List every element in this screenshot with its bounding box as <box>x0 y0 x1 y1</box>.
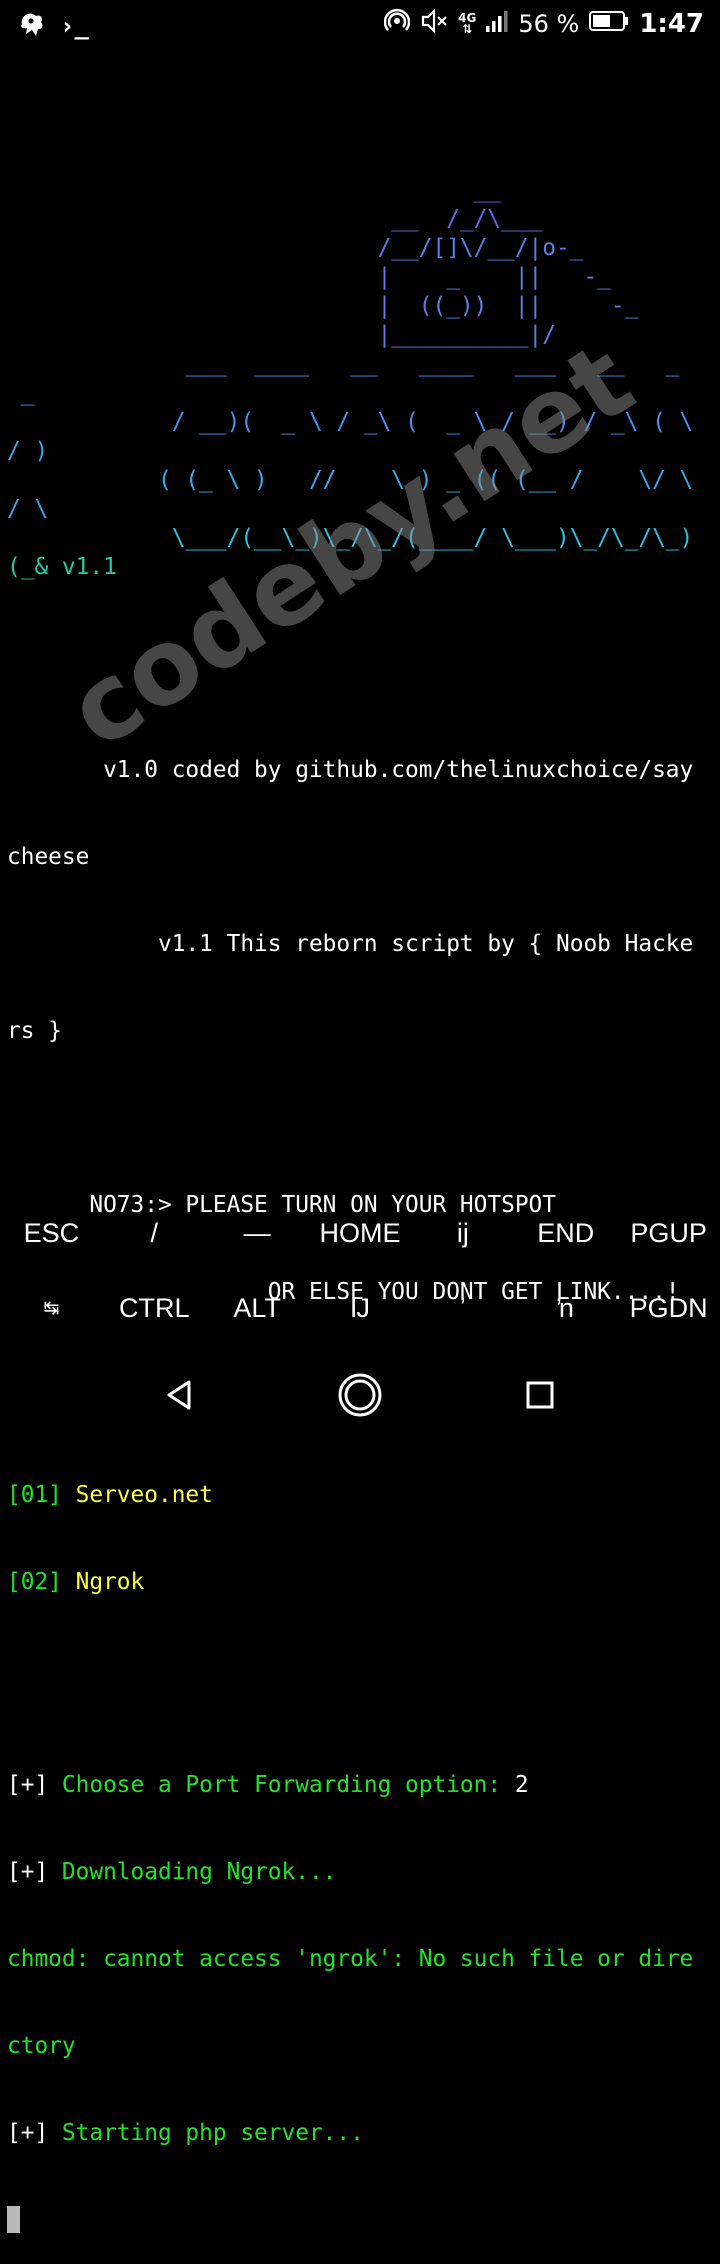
credits-line: rs } <box>7 1018 62 1044</box>
ascii-art-line: / ) <box>7 438 49 464</box>
clock: 1:47 <box>639 9 704 39</box>
extra-keys-bar: ESC / — HOME ĳ END PGUP ↹ CTRL ALT Ĳ ʼ ŉ… <box>0 1196 720 1346</box>
ascii-art-line: __ <box>7 177 502 203</box>
tab-key[interactable]: ↹ <box>0 1271 103 1346</box>
download-line: [+] Downloading Ngrok... <box>7 1858 713 1887</box>
terminal-cursor <box>7 2206 20 2233</box>
signal-icon <box>486 10 508 38</box>
battery-percent: 56 % <box>518 10 580 38</box>
dash-key[interactable]: — <box>206 1196 309 1271</box>
ascii-banner: __ __ /_/\___ /__/[]\/__/|o-_ | _ || -_ … <box>7 176 713 582</box>
credits-line: v1.1 This reborn script by { Noob Hacke <box>7 931 694 957</box>
ij-key[interactable]: ĳ <box>411 1196 514 1271</box>
termux-notification-icon <box>16 10 46 42</box>
ctrl-key[interactable]: CTRL <box>103 1271 206 1346</box>
ij-capital-key[interactable]: Ĳ <box>309 1271 412 1346</box>
menu-option-number: [02] <box>7 1569 62 1595</box>
end-key[interactable]: END <box>514 1196 617 1271</box>
ascii-art-line: | ((_)) || -_ <box>7 293 639 319</box>
ascii-art-line: \___/(__\_)\_/\_/(____/ \___)\_/\_/\_) <box>7 525 694 551</box>
menu-option-ngrok: [02] Ngrok <box>7 1568 713 1597</box>
pgdn-key[interactable]: PGDN <box>617 1271 720 1346</box>
ascii-art-line: / \ <box>7 496 49 522</box>
mute-icon <box>420 8 448 40</box>
recents-square-icon <box>526 1381 554 1409</box>
navigation-bar <box>0 1350 720 1440</box>
status-bar-left: ›_ <box>16 10 89 42</box>
credits-line: v1.0 coded by github.com/thelinuxchoice/… <box>7 757 694 783</box>
menu-option-label: Ngrok <box>61 1569 145 1595</box>
menu-option-label: Serveo.net <box>61 1482 213 1508</box>
esc-key[interactable]: ESC <box>0 1196 103 1271</box>
ascii-art-line: | _ || -_ <box>7 264 611 290</box>
error-line: ctory <box>7 2033 76 2059</box>
ascii-art-line: __ /_/\___ <box>7 206 543 232</box>
extra-keys-row-2: ↹ CTRL ALT Ĳ ʼ ŉ PGDN <box>0 1271 720 1346</box>
back-triangle-icon <box>167 1380 191 1410</box>
battery-icon <box>589 10 629 38</box>
apostrophe-key[interactable]: ʼ <box>411 1271 514 1346</box>
back-button[interactable] <box>145 1360 215 1430</box>
user-input-value: 2 <box>514 1772 529 1798</box>
ascii-art-line: _ <box>7 380 35 406</box>
slash-key[interactable]: / <box>103 1196 206 1271</box>
extra-keys-row-1: ESC / — HOME ĳ END PGUP <box>0 1196 720 1271</box>
hotspot-icon <box>383 8 411 40</box>
log-prefix: [+] <box>7 1859 49 1885</box>
ascii-art-line: ( (_ \ ) // \ ) _ (( (__ / \/ \ <box>7 467 694 493</box>
menu-option-serveo: [01] Serveo.net <box>7 1481 713 1510</box>
log-text: Choose a Port Forwarding option: <box>48 1772 515 1798</box>
choose-option-line: [+] Choose a Port Forwarding option: 2 <box>7 1771 713 1800</box>
ascii-art-line: |__________|/ <box>7 322 556 348</box>
error-line: chmod: cannot access 'ngrok': No such fi… <box>7 1946 694 1972</box>
home-circle-icon <box>338 1373 382 1417</box>
terminal-prompt-icon: ›_ <box>60 12 89 40</box>
pgup-key[interactable]: PGUP <box>617 1196 720 1271</box>
ascii-art-line: ___ ____ __ ____ ___ __ _ <box>7 351 680 377</box>
ascii-art-line: /__/[]\/__/|o-_ <box>7 235 584 261</box>
status-bar-right: 4G ⇅ 56 % 1:47 <box>383 8 704 40</box>
recents-button[interactable] <box>505 1360 575 1430</box>
network-type-indicator: 4G ⇅ <box>458 12 476 36</box>
alt-key[interactable]: ALT <box>206 1271 309 1346</box>
ascii-art-line: (_& v1.1 <box>7 554 117 580</box>
terminal-output[interactable]: __ __ /_/\___ /__/[]\/__/|o-_ | _ || -_ … <box>7 118 713 2264</box>
n-apostrophe-key[interactable]: ŉ <box>514 1271 617 1346</box>
server-start-line: [+] Starting php server... <box>7 2119 713 2148</box>
log-prefix: [+] <box>7 2120 49 2146</box>
home-key[interactable]: HOME <box>309 1196 412 1271</box>
log-text: Starting php server... <box>48 2120 364 2146</box>
log-text: Downloading Ngrok... <box>48 1859 337 1885</box>
credits-line: cheese <box>7 844 90 870</box>
log-prefix: [+] <box>7 1772 49 1798</box>
ascii-art-line: / __)( _ \ / _\ ( _ \ / __) / _\ ( \ <box>7 409 694 435</box>
cursor-line <box>7 2206 713 2235</box>
data-activity-arrows: ⇅ <box>462 22 473 36</box>
menu-option-number: [01] <box>7 1482 62 1508</box>
status-bar: ›_ 4G ⇅ 56 % 1:47 <box>0 0 720 50</box>
home-button[interactable] <box>325 1360 395 1430</box>
